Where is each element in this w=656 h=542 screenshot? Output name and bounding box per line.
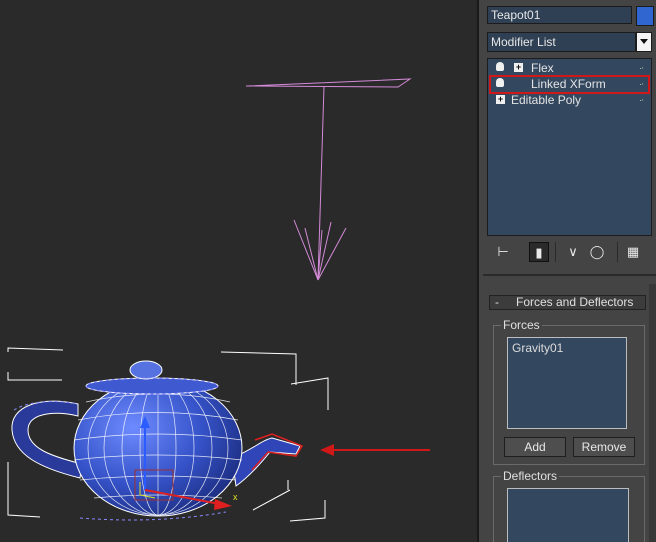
rollout-forces-deflectors[interactable]: - Forces and Deflectors xyxy=(489,295,646,310)
teapot-mesh[interactable]: x xyxy=(11,360,304,521)
pin-stack-icon[interactable]: ⊢ xyxy=(493,242,513,262)
remove-button[interactable]: Remove xyxy=(573,437,635,457)
lightbulb-icon[interactable] xyxy=(496,62,504,71)
deflectors-label: Deflectors xyxy=(501,469,560,483)
panel-divider xyxy=(483,274,656,276)
show-end-result-icon[interactable]: ▮ xyxy=(529,242,549,262)
modifier-dots-icon: ·‧ xyxy=(639,63,644,73)
list-item[interactable]: Gravity01 xyxy=(512,341,563,355)
expand-icon[interactable]: + xyxy=(514,63,523,72)
make-unique-icon[interactable]: ∨ xyxy=(563,242,583,262)
gravity-gizmo[interactable] xyxy=(245,78,412,281)
remove-modifier-icon[interactable]: ◯ xyxy=(587,242,607,262)
toolbar-divider xyxy=(555,242,556,262)
collapse-icon[interactable]: - xyxy=(495,296,499,309)
toolbar-divider xyxy=(617,242,618,262)
viewport-canvas[interactable]: x xyxy=(0,0,477,542)
svg-text:x: x xyxy=(233,492,238,502)
forces-list[interactable]: Gravity01 xyxy=(507,337,627,429)
deflectors-list[interactable] xyxy=(507,488,629,542)
expand-icon[interactable]: + xyxy=(496,95,505,104)
stack-item-flex[interactable]: + Flex ·‧ xyxy=(488,60,647,76)
modifier-list-dropdown[interactable]: Modifier List xyxy=(487,32,636,52)
panel-scrollbar[interactable] xyxy=(649,284,656,542)
perspective-viewport[interactable]: x xyxy=(0,0,477,542)
add-button[interactable]: Add xyxy=(504,437,566,457)
annotation-arrow xyxy=(320,444,430,456)
configure-modifier-sets-icon[interactable]: ▦ xyxy=(623,242,643,262)
stack-item-label: Flex xyxy=(531,61,554,75)
object-name-field[interactable]: Teapot01 xyxy=(487,6,632,24)
modify-panel: Teapot01 Modifier List + Flex ·‧ Linked … xyxy=(479,0,656,542)
modifier-stack[interactable]: + Flex ·‧ Linked XForm ·‧ + Editable Pol… xyxy=(487,58,652,236)
chevron-down-icon[interactable] xyxy=(636,32,652,52)
rollout-title: Forces and Deflectors xyxy=(516,295,634,309)
stack-item-label: Editable Poly xyxy=(511,93,582,107)
stack-item-editable-poly[interactable]: + Editable Poly ·‧ xyxy=(488,92,647,108)
selection-highlight xyxy=(489,75,650,94)
object-color-swatch[interactable] xyxy=(636,6,654,26)
forces-label: Forces xyxy=(501,318,542,332)
modifier-dots-icon: ·‧ xyxy=(639,95,644,105)
